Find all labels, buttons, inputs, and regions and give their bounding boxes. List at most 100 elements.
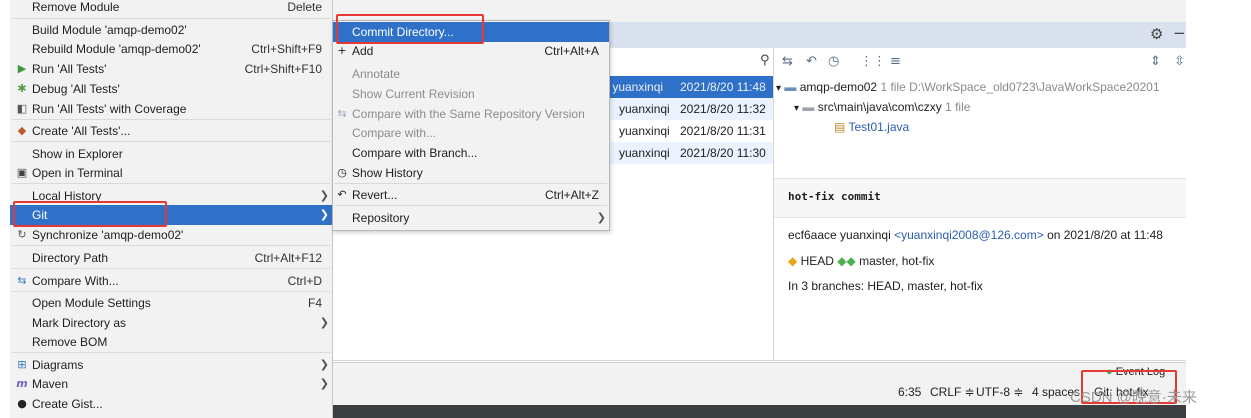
submenu-item-shortcut: Ctrl+Alt+Z [544,188,599,202]
gear-icon[interactable]: ⚙ [1150,25,1163,43]
menu-separator [12,352,330,353]
search-icon[interactable]: ⚲ [760,53,770,68]
commit-details-panel: ⇆ ↶ ◷ ⋮⋮ ≡ ⇕ ⇳ ▾ ▬ amqp-demo02 1 file D:… [774,48,1186,360]
chevron-down-icon: ▾ [776,83,782,94]
group-by-icon[interactable]: ⋮⋮ [860,54,886,69]
log-row[interactable]: r yuanxinqi 2021/8/20 11:48 [600,76,773,98]
collapse-all-icon[interactable]: ⇳ [1174,54,1185,69]
menu-item-diagrams[interactable]: ⊞ Diagrams ❯ [10,355,332,375]
menu-item-run-tests[interactable]: ▶ Run 'All Tests' Ctrl+Shift+F10 [10,59,332,79]
log-row[interactable]: yuanxinqi 2021/8/20 11:31 [600,120,773,142]
menu-item-create-gist[interactable]: ● Create Gist... [10,394,332,414]
menu-item-build-module[interactable]: Build Module 'amqp-demo02' [10,20,332,40]
submenu-item-compare-same-version[interactable]: ⇆ Compare with the Same Repository Versi… [333,104,609,124]
menu-item-synchronize[interactable]: ↻ Synchronize 'amqp-demo02' [10,225,332,245]
taskbar-strip [330,405,1186,418]
coverage-icon: ◧ [16,102,28,115]
menu-item-label: Create Gist... [32,397,103,411]
run-icon: ▶ [17,62,27,75]
commit-branches-line: In 3 branches: HEAD, master, hot-fix [788,279,983,293]
menu-item-label: Mark Directory as [32,316,127,330]
submenu-arrow-icon: ❯ [596,211,606,224]
encoding-select[interactable]: UTF-8 ≑ [976,385,1023,399]
revert-icon: ↶ [337,188,347,201]
submenu-item-show-current-revision[interactable]: Show Current Revision [333,84,609,104]
menu-item-shortcut: Ctrl+Shift+F10 [244,62,322,76]
menu-item-label: Open Module Settings [32,296,151,310]
submenu-item-label: Show History [352,166,423,180]
history-icon: ◷ [337,166,347,179]
folder-icon: ▬ [802,100,815,114]
log-date: 2021/8/20 11:48 [680,80,766,94]
log-row[interactable]: yuanxinqi 2021/8/20 11:32 [600,98,773,120]
line-separator-select[interactable]: CRLF ≑ [930,385,975,399]
menu-separator [12,183,330,184]
submenu-arrow-icon: ❯ [319,189,329,202]
menu-item-remove-bom[interactable]: Remove BOM [10,332,332,352]
submenu-item-repository[interactable]: Repository ❯ [333,208,609,228]
menu-item-debug-tests[interactable]: ✱ Debug 'All Tests' [10,79,332,99]
commit-date: on 2021/8/20 at 11:48 [1047,228,1163,242]
layout-icon[interactable]: ≡ [890,54,901,69]
commit-message: hot-fix commit [788,190,881,203]
commit-email[interactable]: <yuanxinqi2008@126.com> [894,228,1044,242]
status-bar: ● Event Log 6:35 CRLF ≑ UTF-8 ≑ 4 spaces… [330,362,1186,409]
compare-icon[interactable]: ⇆ [782,54,793,69]
submenu-item-add[interactable]: + Add Ctrl+Alt+A [333,41,609,61]
menu-separator [12,18,330,19]
submenu-item-show-history[interactable]: ◷ Show History [333,163,609,183]
menu-item-maven[interactable]: m Maven ❯ [10,374,332,394]
ref-branches: master, hot-fix [859,254,935,268]
sync-icon: ↻ [17,228,27,241]
menu-item-create-tests[interactable]: ◆ Create 'All Tests'... [10,121,332,141]
menu-item-label: Remove Module [32,0,120,14]
menu-separator [12,119,330,120]
menu-item-remove-module[interactable]: Remove Module Delete [10,0,332,17]
commit-author-line: ecf6aace yuanxinqi <yuanxinqi2008@126.co… [788,228,1163,242]
log-row[interactable]: yuanxinqi 2021/8/20 11:30 [600,142,773,164]
log-author: yuanxinqi [619,124,670,138]
revert-icon[interactable]: ↶ [806,54,817,69]
menu-separator [12,291,330,292]
tree-file-name: Test01.java [848,120,910,134]
menu-item-label: Create 'All Tests'... [32,124,131,138]
submenu-item-label: Compare with the Same Repository Version [352,107,585,121]
chevron-down-icon: ▾ [794,103,800,114]
annotation-box-git [13,201,167,227]
menu-item-mark-directory[interactable]: Mark Directory as ❯ [10,313,332,333]
menu-item-rebuild-module[interactable]: Rebuild Module 'amqp-demo02' Ctrl+Shift+… [10,39,332,59]
menu-item-shortcut: Ctrl+Shift+F9 [251,42,322,56]
menu-item-label: Remove BOM [32,335,108,349]
menu-item-label: Rebuild Module 'amqp-demo02' [32,42,201,56]
tree-dir-row[interactable]: ▾ ▬ src\main\java\com\czxy 1 file [794,97,970,117]
tree-file-row[interactable]: ▤ Test01.java [834,117,909,137]
tree-dir-name: src\main\java\com\czxy [817,100,942,114]
github-icon: ● [17,397,27,410]
caret-position[interactable]: 6:35 [898,385,921,399]
log-date: 2021/8/20 11:30 [680,146,766,160]
menu-item-label: Maven [32,377,69,391]
menu-item-shortcut: Ctrl+D [287,274,322,288]
menu-item-directory-path[interactable]: Directory Path Ctrl+Alt+F12 [10,248,332,268]
submenu-arrow-icon: ❯ [319,377,329,390]
submenu-item-revert[interactable]: ↶ Revert... Ctrl+Alt+Z [333,185,609,205]
menu-item-label: Debug 'All Tests' [32,82,120,96]
minimize-icon[interactable]: − [1173,24,1186,42]
menu-item-label: Diagrams [32,358,84,372]
submenu-item-annotate[interactable]: Annotate [333,64,609,84]
submenu-item-compare-with[interactable]: Compare with... [333,123,609,143]
menu-item-show-in-explorer[interactable]: Show in Explorer [10,144,332,164]
expand-all-icon[interactable]: ⇕ [1150,54,1161,69]
menu-item-compare-with[interactable]: ⇆ Compare With... Ctrl+D [10,271,332,291]
history-icon[interactable]: ◷ [828,54,839,69]
tree-root-row[interactable]: ▾ ▬ amqp-demo02 1 file D:\WorkSpace_old0… [776,77,1160,97]
submenu-item-label: Revert... [352,188,398,202]
submenu-item-label: Compare with Branch... [352,146,478,160]
submenu-item-compare-with-branch[interactable]: Compare with Branch... [333,143,609,163]
menu-item-open-terminal[interactable]: ▣ Open in Terminal [10,163,332,183]
add-icon: + [337,44,347,57]
menu-item-module-settings[interactable]: Open Module Settings F4 [10,293,332,313]
panel-divider [330,360,1186,361]
menu-item-run-coverage[interactable]: ◧ Run 'All Tests' with Coverage [10,99,332,119]
submenu-item-label: Add [352,44,374,58]
